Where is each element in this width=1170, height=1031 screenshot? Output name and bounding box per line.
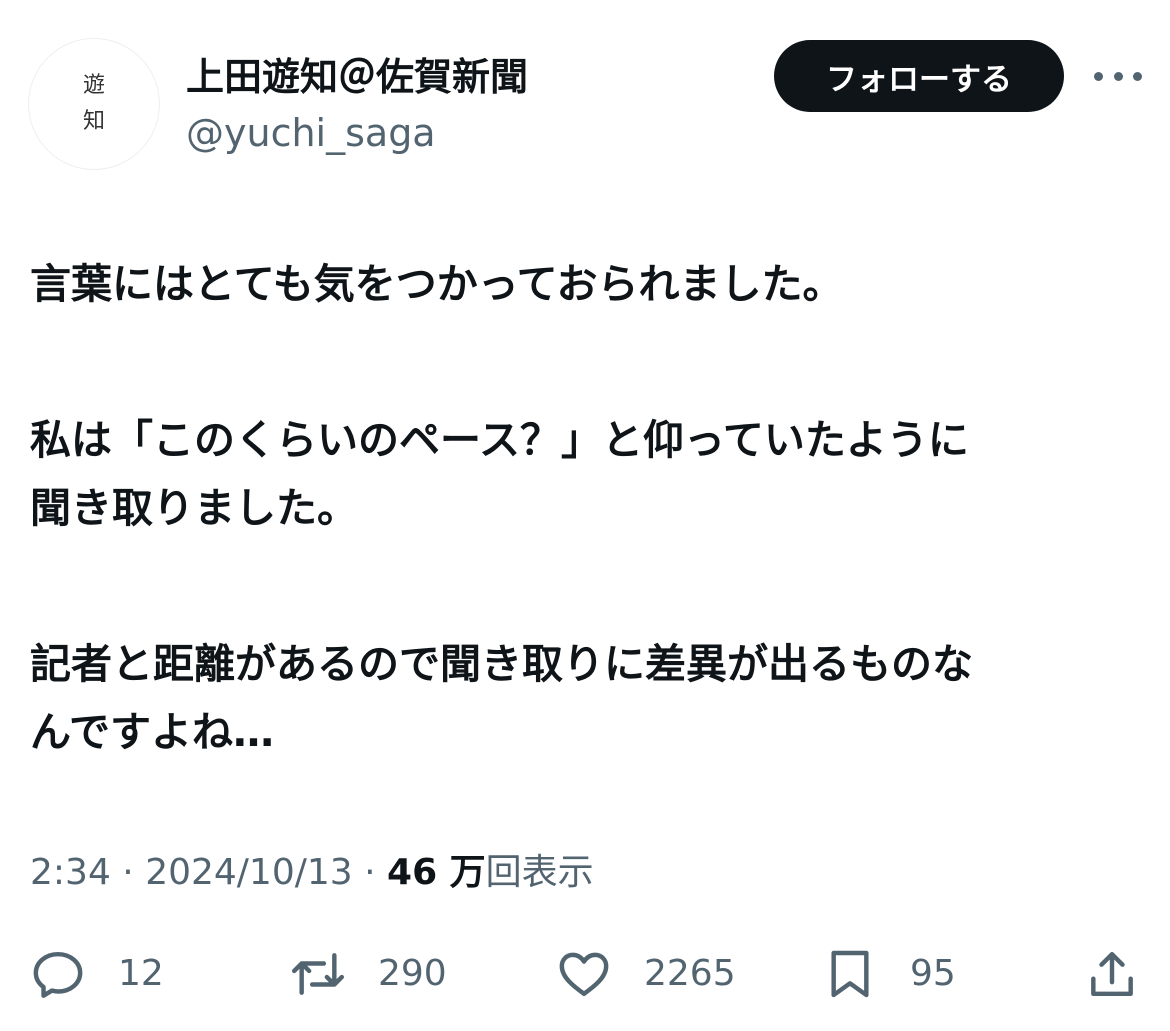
bookmark-button[interactable]: 95 xyxy=(822,946,956,1002)
tweet-line: 記者と距離があるので聞き取りに差異が出るものな xyxy=(30,640,973,688)
like-button[interactable]: 2265 xyxy=(556,946,736,1002)
views-count: 46 万 xyxy=(387,852,486,893)
tweet-line: 私は「このくらいのペース？」と仰っていたように xyxy=(30,416,969,464)
meta-separator: · xyxy=(110,852,146,893)
avatar[interactable]: 遊 知 xyxy=(28,38,160,170)
bookmark-icon xyxy=(831,950,869,998)
display-name[interactable]: 上田遊知＠佐賀新聞 xyxy=(186,52,528,102)
reply-icon xyxy=(33,951,83,998)
tweet-meta: 2:34 · 2024/10/13 · 46 万回表示 xyxy=(30,848,594,898)
tweet-line: 聞き取りました。 xyxy=(30,484,358,532)
meta-separator: · xyxy=(352,852,388,893)
retweet-icon xyxy=(291,953,345,995)
tweet-line: んですよね… xyxy=(30,708,274,756)
reply-count: 12 xyxy=(118,953,164,994)
tweet-line: 言葉にはとても気をつかっておられました。 xyxy=(30,260,844,308)
share-icon xyxy=(1091,951,1133,997)
reply-button[interactable]: 12 xyxy=(30,946,164,1002)
avatar-char: 知 xyxy=(82,109,105,134)
bookmark-count: 95 xyxy=(910,953,956,994)
timestamp-date[interactable]: 2024/10/13 xyxy=(145,852,353,893)
share-button[interactable] xyxy=(1084,946,1140,1002)
more-icon[interactable] xyxy=(1094,58,1142,94)
tweet: 遊 知 上田遊知＠佐賀新聞 @yuchi_saga フォローする 言葉にはとても… xyxy=(0,0,1170,1031)
handle[interactable]: @yuchi_saga xyxy=(186,108,436,158)
like-count: 2265 xyxy=(644,953,736,994)
retweet-button[interactable]: 290 xyxy=(290,946,447,1002)
timestamp-time[interactable]: 2:34 xyxy=(30,852,111,893)
retweet-count: 290 xyxy=(378,953,447,994)
heart-icon xyxy=(559,952,609,997)
follow-button[interactable]: フォローする xyxy=(774,40,1064,112)
avatar-char: 遊 xyxy=(82,73,105,98)
views-label: 回表示 xyxy=(485,852,594,893)
tweet-text: 言葉にはとても気をつかっておられました。 私は「このくらいのペース？」と仰ってい… xyxy=(30,250,1145,766)
